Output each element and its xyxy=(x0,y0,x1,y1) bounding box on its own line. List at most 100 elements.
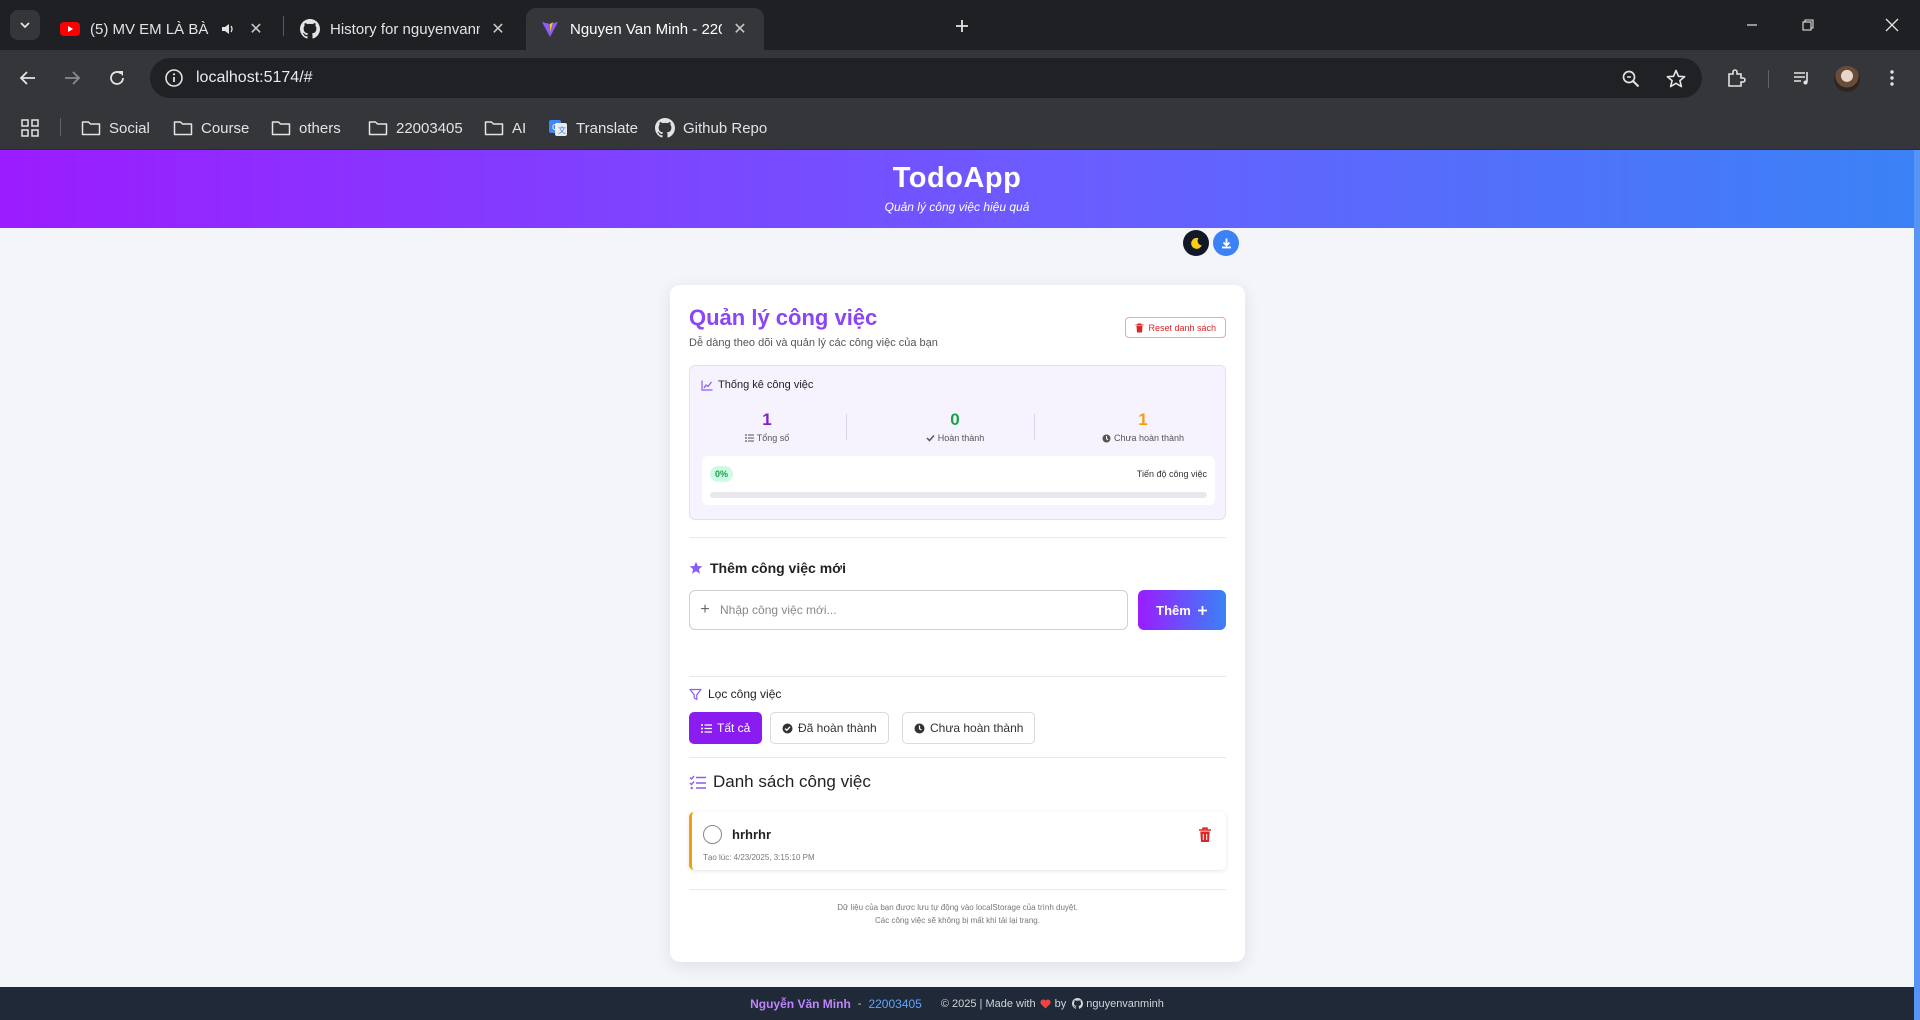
plus-icon: + xyxy=(700,601,710,618)
bookmark-course[interactable]: Course xyxy=(173,116,249,140)
media-controls-icon[interactable] xyxy=(1788,64,1816,92)
footer-github-link[interactable]: nguyenvanminh xyxy=(1086,998,1164,1010)
page-viewport: TodoApp Quản lý công việc hiệu quả Quản … xyxy=(0,150,1920,1020)
google-translate-icon: G文 xyxy=(548,118,568,138)
divider xyxy=(689,889,1226,890)
page-footer: Nguyễn Văn Minh - 22003405 © 2025 | Made… xyxy=(0,987,1914,1020)
stats-title-label: Thống kê công việc xyxy=(718,379,814,391)
close-icon[interactable]: ✕ xyxy=(488,19,508,39)
progress-box: 0% Tiến độ công việc xyxy=(702,456,1215,505)
folder-icon xyxy=(81,118,101,138)
back-button[interactable] xyxy=(14,64,42,92)
stat-divider xyxy=(1034,414,1035,440)
trash-icon xyxy=(1199,827,1211,842)
bookmark-label: 22003405 xyxy=(396,119,463,137)
bookmark-22003405[interactable]: 22003405 xyxy=(368,116,463,140)
bookmark-others[interactable]: others xyxy=(271,116,341,140)
close-icon xyxy=(1885,18,1899,32)
youtube-icon xyxy=(60,19,80,39)
profile-avatar[interactable] xyxy=(1834,66,1860,92)
speaker-icon[interactable] xyxy=(218,19,238,39)
browser-tab-strip: (5) MV EM LÀ BÀ NỘI CỦA ANH ✕ History fo… xyxy=(0,0,1920,50)
bookmark-label: Github Repo xyxy=(683,119,768,137)
folder-icon xyxy=(484,118,504,138)
site-info-icon[interactable] xyxy=(154,58,194,98)
filter-pending-button[interactable]: Chưa hoàn thành xyxy=(902,712,1036,744)
stat-pending-label: Chưa hoàn thành xyxy=(1068,433,1218,443)
progress-label: Tiến độ công việc xyxy=(1136,469,1207,479)
url-text: localhost:5174/# xyxy=(196,69,313,86)
star-icon xyxy=(689,561,703,574)
add-task-button-label: Thêm xyxy=(1156,602,1191,618)
bookmark-star-icon[interactable] xyxy=(1665,68,1687,90)
app-subtitle: Quản lý công việc hiệu quả xyxy=(884,200,1030,214)
zoom-icon[interactable] xyxy=(1620,68,1642,90)
todo-card: Quản lý công việc Dễ dàng theo dõi và qu… xyxy=(670,285,1245,962)
filter-all-label: Tất cả xyxy=(717,721,751,735)
tab-github-history[interactable]: History for nguyenvanminh-22003405 ✕ xyxy=(286,8,522,50)
storage-note-line1: Dữ liệu của bạn được lưu tự động vào loc… xyxy=(837,903,1078,912)
kebab-menu-icon[interactable] xyxy=(1878,64,1906,92)
task-list-icon xyxy=(689,775,706,789)
bookmark-github-repo[interactable]: Github Repo xyxy=(655,116,767,140)
filter-all-button[interactable]: Tất cả xyxy=(689,712,763,744)
filter-icon xyxy=(689,688,702,700)
forward-button[interactable] xyxy=(58,64,86,92)
arrow-left-icon xyxy=(19,71,35,85)
tab-search-button[interactable] xyxy=(10,10,40,40)
restore-button[interactable] xyxy=(1780,0,1836,50)
task-checkbox[interactable] xyxy=(703,825,722,844)
stat-pending-value: 1 xyxy=(1138,410,1148,429)
new-task-field[interactable]: + xyxy=(689,590,1128,630)
bookmark-translate[interactable]: G文 Translate xyxy=(548,116,638,140)
divider xyxy=(689,537,1226,538)
svg-text:文: 文 xyxy=(558,125,566,135)
github-icon xyxy=(655,118,675,138)
list-icon xyxy=(701,723,712,733)
storage-note-line2: Các công việc sẽ không bị mất khi tải lạ… xyxy=(875,916,1040,925)
download-button[interactable] xyxy=(1213,230,1239,256)
task-title[interactable]: hrhrhr xyxy=(732,827,771,842)
reset-list-button[interactable]: Reset danh sách xyxy=(1125,317,1226,338)
tab-title: (5) MV EM LÀ BÀ NỘI CỦA ANH xyxy=(90,20,212,38)
close-icon[interactable]: ✕ xyxy=(730,19,750,39)
stats-panel: Thống kê công việc 1 Tổng số 0 Hoàn thàn… xyxy=(689,365,1226,520)
tab-youtube[interactable]: (5) MV EM LÀ BÀ NỘI CỦA ANH ✕ xyxy=(46,8,280,50)
app-title: TodoApp xyxy=(892,162,1022,194)
close-window-button[interactable] xyxy=(1864,0,1920,50)
bookmark-separator xyxy=(60,118,61,136)
tab-title: Nguyen Van Minh - 22003405 xyxy=(570,20,722,38)
stat-pending: 1 Chưa hoàn thành xyxy=(1068,410,1218,443)
filter-heading: Lọc công việc xyxy=(689,687,781,701)
filter-done-label: Đã hoàn thành xyxy=(798,721,877,735)
task-item: hrhrhr Tạo lúc: 4/23/2025, 3:15:10 PM xyxy=(689,812,1226,870)
filter-pending-label: Chưa hoàn thành xyxy=(930,721,1024,735)
minimize-button[interactable] xyxy=(1724,0,1780,50)
bookmark-social[interactable]: Social xyxy=(81,116,150,140)
reload-button[interactable] xyxy=(103,64,131,92)
add-task-button[interactable]: Thêm xyxy=(1138,590,1226,630)
bookmark-label: Social xyxy=(109,119,150,137)
folder-icon xyxy=(271,118,291,138)
page-title: Quản lý công việc xyxy=(689,305,878,330)
dark-mode-toggle[interactable] xyxy=(1183,230,1209,256)
bookmark-ai[interactable]: AI xyxy=(484,116,526,140)
bookmark-label: Course xyxy=(201,119,250,137)
address-bar[interactable]: localhost:5174/# xyxy=(150,58,1702,98)
browser-toolbar: localhost:5174/# xyxy=(0,50,1920,106)
page-scrollbar[interactable] xyxy=(1914,150,1920,1020)
apps-grid-icon xyxy=(21,119,39,137)
filter-done-button[interactable]: Đã hoàn thành xyxy=(770,712,889,744)
delete-task-button[interactable] xyxy=(1197,826,1213,844)
footer-by: by xyxy=(1054,997,1067,1010)
plus-icon xyxy=(956,20,968,32)
apps-button[interactable] xyxy=(20,116,40,140)
close-icon[interactable]: ✕ xyxy=(246,19,266,39)
new-tab-button[interactable] xyxy=(948,12,976,40)
tab-todoapp[interactable]: Nguyen Van Minh - 22003405 ✕ xyxy=(526,8,764,50)
download-icon xyxy=(1221,238,1231,248)
new-task-input[interactable] xyxy=(720,603,1120,617)
task-list-title: Danh sách công việc xyxy=(713,772,871,791)
bookmark-label: others xyxy=(299,119,341,137)
extensions-icon[interactable] xyxy=(1722,64,1750,92)
